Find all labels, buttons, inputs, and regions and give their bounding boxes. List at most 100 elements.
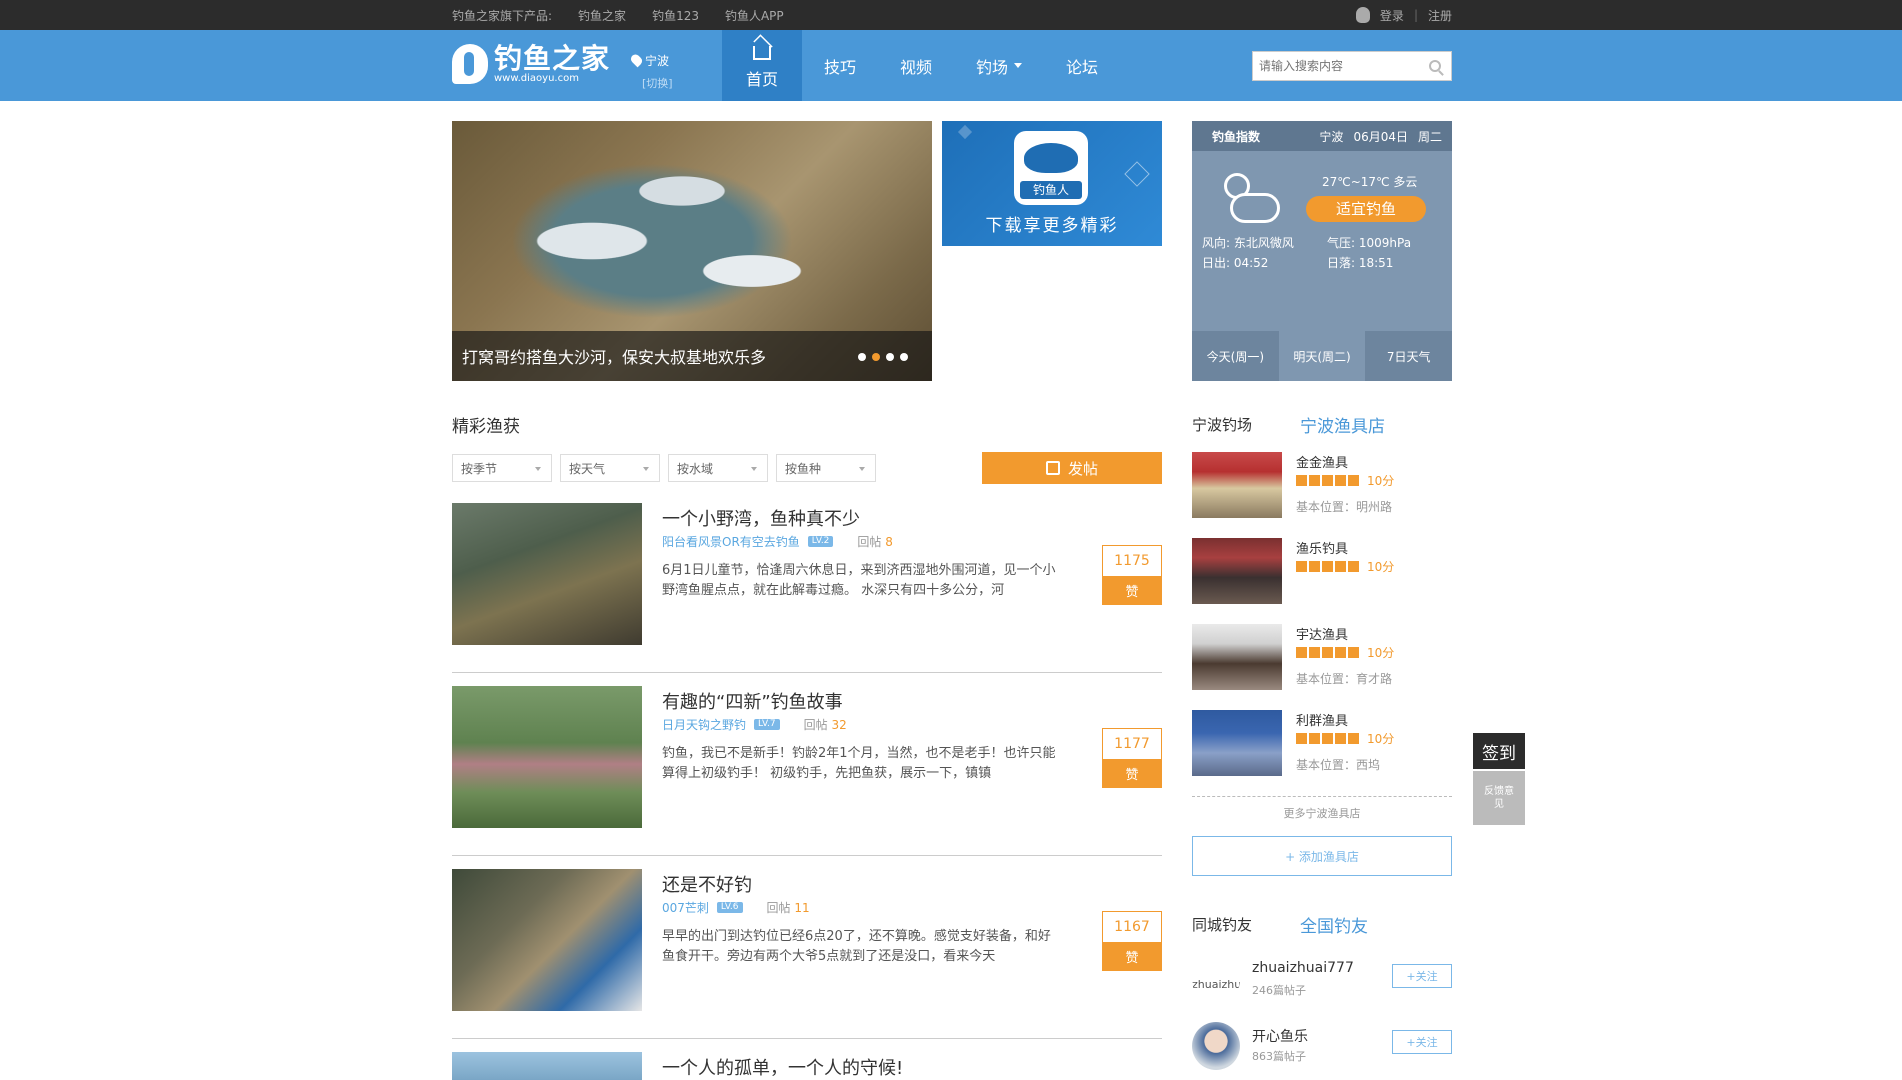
shop-name[interactable]: 利群渔具	[1296, 710, 1348, 729]
star-icon	[1348, 733, 1359, 744]
search-input[interactable]	[1253, 52, 1423, 80]
feedback-button[interactable]: 反馈意见	[1473, 771, 1525, 825]
shop-item[interactable]: 渔乐钓具 10分	[1192, 538, 1452, 608]
carousel-dot[interactable]	[858, 353, 866, 361]
tab-today[interactable]: 今天(周一)	[1192, 331, 1279, 381]
post-title[interactable]: 有趣的“四新”钓鱼故事	[662, 688, 843, 714]
new-post-button[interactable]: 发帖	[982, 452, 1162, 484]
top-bar: 钓鱼之家旗下产品: 钓鱼之家 钓鱼123 钓鱼人APP 登录 | 注册	[0, 0, 1902, 30]
post-author[interactable]: 阳台看风景OR有空去钓鱼	[662, 533, 800, 550]
star-icon	[1322, 733, 1333, 744]
weather-title: 钓鱼指数	[1212, 129, 1261, 144]
like-button[interactable]: 1167 赞	[1102, 911, 1162, 971]
search-box	[1252, 51, 1452, 81]
diamond-decoration	[957, 124, 973, 140]
friend-post-count: 246篇帖子	[1252, 984, 1306, 997]
friend-tabs: 同城钓友 全国钓友	[1192, 912, 1452, 937]
pressure: 气压: 1009hPa	[1327, 236, 1412, 250]
carousel-dot[interactable]	[886, 353, 894, 361]
shop-item[interactable]: 宇达渔具 10分 基本位置：育才路	[1192, 624, 1452, 694]
sunrise: 日出: 04:52	[1202, 256, 1269, 270]
shop-rating: 10分	[1296, 472, 1394, 489]
star-icon	[1335, 561, 1346, 572]
nav-forum[interactable]: 论坛	[1044, 30, 1120, 101]
post-thumbnail[interactable]	[452, 503, 642, 645]
qq-icon[interactable]	[1355, 7, 1370, 23]
search-icon[interactable]	[1429, 60, 1441, 72]
star-icon	[1348, 647, 1359, 658]
star-icon	[1296, 647, 1307, 658]
post-title[interactable]: 还是不好钓	[662, 871, 752, 897]
section-title: 精彩渔获	[452, 417, 520, 437]
shop-score: 10分	[1367, 560, 1395, 574]
app-download-ad[interactable]: 钓鱼人 下载享更多精彩	[942, 121, 1162, 246]
shop-name[interactable]: 金金渔具	[1296, 452, 1348, 471]
star-icon	[1335, 733, 1346, 744]
like-button[interactable]: 1175 赞	[1102, 545, 1162, 605]
product-link-diaoyu[interactable]: 钓鱼之家	[578, 7, 626, 24]
carousel-dots	[858, 353, 908, 361]
tab-tackle-shops[interactable]: 宁波渔具店	[1300, 412, 1385, 437]
weather-row: 日出: 04:52 日落: 18:51	[1202, 254, 1452, 271]
carousel-dot-active[interactable]	[872, 353, 880, 361]
sign-in-button[interactable]: 签到	[1473, 733, 1525, 769]
shop-image[interactable]	[1192, 538, 1282, 604]
carousel-dot[interactable]	[900, 353, 908, 361]
nav-venue[interactable]: 钓场	[954, 30, 1044, 101]
filter-water[interactable]: 按水域	[668, 454, 768, 482]
like-button[interactable]: 1177 赞	[1102, 728, 1162, 788]
weather-row: 风向: 东北风微风 气压: 1009hPa	[1202, 234, 1452, 251]
post-thumbnail[interactable]	[452, 686, 642, 828]
register-link[interactable]: 注册	[1428, 7, 1452, 24]
post-meta: 007芒刺 LV.6 回帖 11	[662, 899, 810, 916]
filter-season[interactable]: 按季节	[452, 454, 552, 482]
shop-image[interactable]	[1192, 452, 1282, 518]
product-link-123[interactable]: 钓鱼123	[652, 7, 699, 24]
like-label: 赞	[1103, 759, 1161, 787]
post-title[interactable]: 一个小野湾，鱼种真不少	[662, 505, 860, 531]
filter-species[interactable]: 按鱼种	[776, 454, 876, 482]
shop-name[interactable]: 渔乐钓具	[1296, 538, 1348, 557]
logo[interactable]: 钓鱼之家 www.diaoyu.com	[452, 44, 610, 84]
post-author[interactable]: 007芒刺	[662, 899, 709, 916]
more-shops-link[interactable]: 更多宁波渔具店	[1192, 796, 1452, 821]
reply-count: 回帖 32	[803, 718, 847, 732]
shop-name[interactable]: 宇达渔具	[1296, 624, 1348, 643]
tab-local-venues[interactable]: 宁波钓场	[1192, 414, 1252, 435]
add-shop-button[interactable]: + 添加渔具店	[1192, 836, 1452, 876]
app-ad-text: 下载享更多精彩	[985, 216, 1119, 236]
level-badge: LV.6	[716, 902, 743, 913]
shop-item[interactable]: 利群渔具 10分 基本位置：西坞	[1192, 710, 1452, 780]
city-switch-link[interactable]: [切换]	[642, 75, 673, 91]
post-author[interactable]: 日月天钩之野钓	[662, 716, 746, 733]
post-meta: 阳台看风景OR有空去钓鱼 LV.2 回帖 8	[662, 533, 893, 550]
avatar[interactable]: zhuaizhu	[1192, 956, 1240, 1004]
tab-7day[interactable]: 7日天气	[1365, 331, 1453, 381]
shop-image[interactable]	[1192, 710, 1282, 776]
login-link[interactable]: 登录	[1380, 7, 1404, 24]
account-links: 登录 | 注册	[1355, 0, 1452, 30]
nav-skills[interactable]: 技巧	[802, 30, 878, 101]
friend-name[interactable]: zhuaizhuai777	[1252, 960, 1354, 976]
tab-all-friends[interactable]: 全国钓友	[1300, 912, 1368, 937]
shop-image[interactable]	[1192, 624, 1282, 690]
shop-item[interactable]: 金金渔具 10分 基本位置：明州路	[1192, 452, 1452, 522]
post-thumbnail[interactable]	[452, 869, 642, 1011]
logo-text: 钓鱼之家	[494, 42, 611, 75]
avatar[interactable]	[1192, 1022, 1240, 1070]
app-icon-label: 钓鱼人	[1020, 181, 1082, 199]
post-thumbnail[interactable]	[452, 1052, 642, 1080]
post-title[interactable]: 一个人的孤单，一个人的守候!	[662, 1054, 903, 1080]
post-excerpt: 早早的出门到达钓位已经6点20了，还不算晚。感觉支好装备，和好鱼食开干。旁边有两…	[662, 929, 1051, 964]
tab-tomorrow[interactable]: 明天(周二)	[1278, 331, 1366, 381]
follow-button[interactable]: +关注	[1392, 1030, 1452, 1054]
nav-video[interactable]: 视频	[878, 30, 954, 101]
product-link-app[interactable]: 钓鱼人APP	[725, 7, 784, 24]
nav-home[interactable]: 首页	[722, 30, 802, 101]
banner-carousel[interactable]: 打窝哥约搭鱼大沙河，保安大叔基地欢乐多	[452, 121, 932, 381]
friend-name[interactable]: 开心鱼乐	[1252, 1026, 1308, 1046]
post-excerpt: 钓鱼，我已不是新手！钓龄2年1个月，当然，也不是老手！也许只能算得上初级钓手！ …	[662, 746, 1056, 781]
tab-local-friends[interactable]: 同城钓友	[1192, 914, 1252, 935]
filter-weather[interactable]: 按天气	[560, 454, 660, 482]
follow-button[interactable]: +关注	[1392, 964, 1452, 988]
